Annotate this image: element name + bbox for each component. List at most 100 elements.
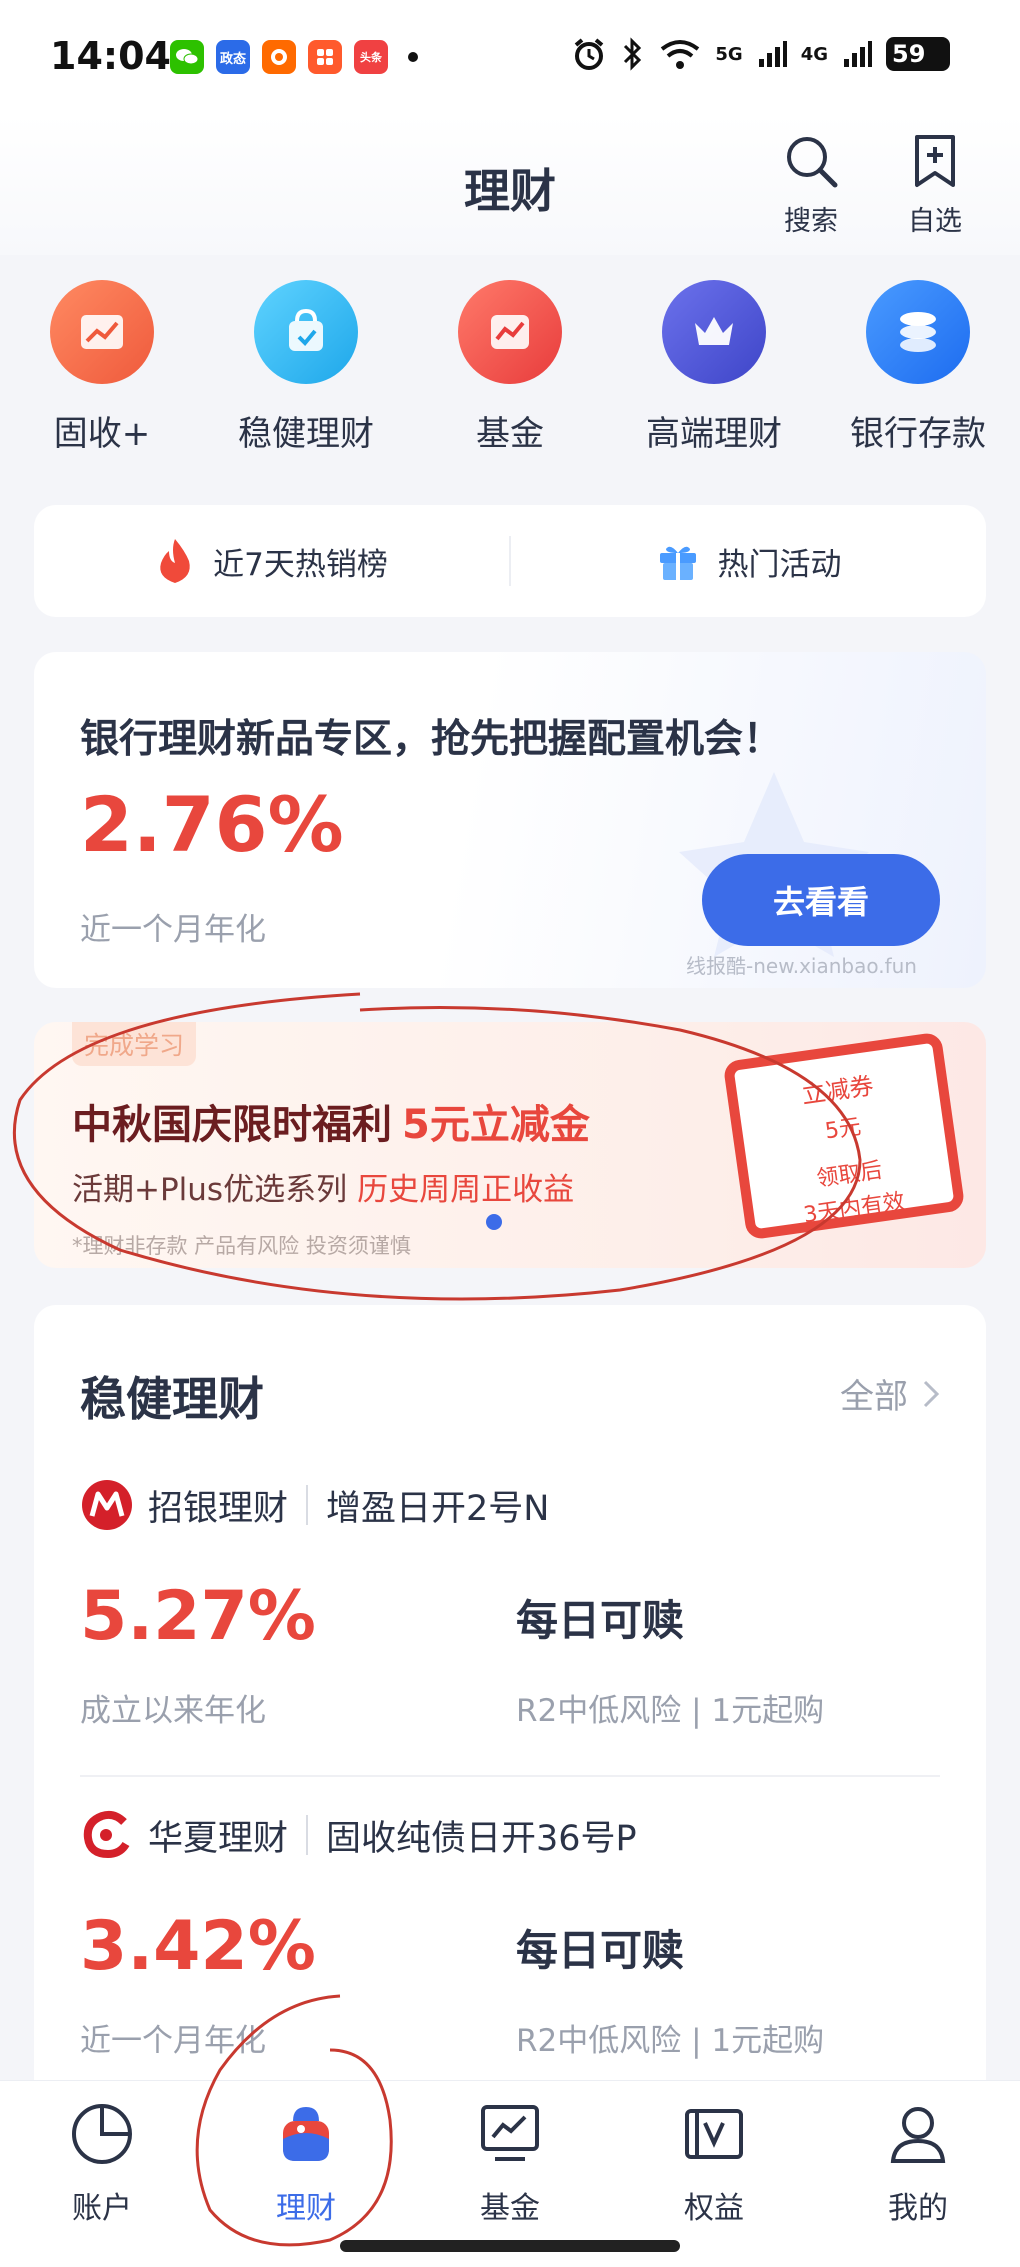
promo-subtitle-highlight: 历史周周正收益 <box>357 1172 575 1208</box>
view-all-label: 全部 <box>840 1377 908 1417</box>
new-products-banner[interactable]: 银行理财新品专区，抢先把握配置机会！ 2.76% 近一个月年化 去看看 线报酷-… <box>34 652 986 988</box>
promo-subtitle-text: 活期+Plus优选系列 <box>72 1172 348 1208</box>
benefits-icon <box>685 2109 743 2159</box>
watchlist-label: 自选 <box>908 206 962 237</box>
quick-links-card: 近7天热销榜 热门活动 <box>34 505 986 617</box>
view-all-link[interactable]: 全部 <box>840 1369 940 1418</box>
bottom-nav: 账户 理财 基金 权益 我的 <box>0 2080 1020 2267</box>
gift-icon <box>659 546 696 580</box>
product-card[interactable]: 华夏理财 固收纯债日开36号P 3.42% 近一个月年化 每日可赎 R2中低风险… <box>80 1805 940 2125</box>
nav-label: 权益 <box>684 2191 744 2226</box>
nav-label: 理财 <box>276 2191 336 2226</box>
promo-title-highlight: 5元立减金 <box>402 1102 590 1148</box>
crown-icon <box>662 280 766 384</box>
watchlist-button[interactable]: 自选 <box>890 131 980 238</box>
promo-disclaimer: *理财非存款 产品有风险 投资须谨慎 <box>72 1234 411 1258</box>
banner-rate: 2.76% <box>80 780 344 869</box>
hot-sales-link[interactable]: 近7天热销榜 <box>34 537 509 585</box>
signal-bars-icon <box>758 41 787 67</box>
product-rate: 3.42% <box>80 1907 316 1986</box>
toutiao-icon: 头条 <box>354 40 388 74</box>
promo-title: 中秋国庆限时福利 5元立减金 <box>72 1092 590 1150</box>
status-bar: 14:04 政态 头条 5G 4G 59 <box>0 0 1020 115</box>
category-bank-deposit[interactable]: 银行存款 <box>818 280 1018 460</box>
nav-account[interactable]: 账户 <box>22 2081 182 2267</box>
product-header-divider <box>306 1815 309 1855</box>
chart-up-icon <box>50 280 154 384</box>
product-card[interactable]: 招银理财 增盈日开2号N 5.27% 成立以来年化 每日可赎 R2中低风险 | … <box>80 1475 940 1795</box>
category-fund[interactable]: 基金 <box>410 280 610 460</box>
huaxia-wealth-logo-icon <box>80 1808 134 1862</box>
product-risk: R2中低风险 | 1元起购 <box>516 2023 825 2059</box>
product-divider <box>80 1775 940 1777</box>
wifi-icon <box>661 40 700 69</box>
coupon-card: 立减券 5元 领取后 3天内有效 <box>722 1031 966 1241</box>
signal-5g: 5G <box>715 43 743 65</box>
profile-icon <box>890 2107 946 2163</box>
fund-monitor-icon <box>481 2105 539 2161</box>
product-rate-label: 成立以来年化 <box>80 1693 266 1729</box>
app-icon-orange <box>308 40 342 74</box>
banner-title: 银行理财新品专区，抢先把握配置机会！ <box>80 717 783 762</box>
status-time: 14:04 <box>50 34 171 78</box>
nav-profile[interactable]: 我的 <box>838 2081 998 2267</box>
hot-activities-link[interactable]: 热门活动 <box>511 539 986 584</box>
taobao-icon <box>262 40 296 74</box>
page-header: 理财 搜索 自选 <box>0 115 1020 255</box>
banner-rate-label: 近一个月年化 <box>80 912 266 948</box>
category-stable-wealth[interactable]: 稳健理财 <box>206 280 406 460</box>
home-indicator[interactable] <box>340 2240 680 2252</box>
nav-label: 我的 <box>888 2191 948 2226</box>
category-label: 基金 <box>476 414 544 454</box>
product-name: 增盈日开2号N <box>326 1488 550 1529</box>
watermark: 线报酷-new.xianbao.fun <box>686 954 917 978</box>
category-premium-wealth[interactable]: 高端理财 <box>614 280 814 460</box>
product-redeem: 每日可赎 <box>516 1596 685 1645</box>
category-label: 银行存款 <box>850 414 986 454</box>
more-notifications-dot <box>408 52 418 62</box>
nav-label: 账户 <box>72 2191 132 2226</box>
product-rate: 5.27% <box>80 1577 316 1656</box>
product-header-divider <box>306 1485 309 1525</box>
pie-chart-icon <box>72 2104 132 2164</box>
hot-activities-label: 热门活动 <box>717 546 842 583</box>
alarm-icon <box>575 38 604 70</box>
category-fixed-income-plus[interactable]: 固收+ <box>2 280 202 460</box>
product-name: 固收纯债日开36号P <box>326 1818 637 1859</box>
search-icon <box>787 137 838 188</box>
hot-sales-label: 近7天热销榜 <box>213 546 388 583</box>
product-redeem: 每日可赎 <box>516 1926 685 1975</box>
go-see-button[interactable]: 去看看 <box>702 854 940 946</box>
product-brand: 招银理财 <box>148 1488 289 1529</box>
shield-bag-icon <box>254 280 358 384</box>
toutiao-label: 头条 <box>360 51 382 64</box>
search-label: 搜索 <box>784 206 838 237</box>
chevron-right-icon <box>923 1380 940 1407</box>
stable-wealth-section: 稳健理财 全部 招银理财 增盈日开2号N 5.27% 成立以来年化 每日可赎 R… <box>34 1305 986 2105</box>
system-icons: 5G 4G 59 <box>571 36 950 72</box>
coins-icon <box>866 280 970 384</box>
page-title: 理财 <box>464 164 556 218</box>
nav-label: 基金 <box>480 2191 540 2226</box>
app-icon-blue: 政态 <box>216 40 250 74</box>
product-header: 华夏理财 固收纯债日开36号P <box>80 1805 940 1865</box>
category-label: 固收+ <box>53 414 151 454</box>
product-risk: R2中低风险 | 1元起购 <box>516 1693 825 1729</box>
signal-bars-icon <box>844 41 872 67</box>
promo-banner[interactable]: 完成学习 中秋国庆限时福利 5元立减金 活期+Plus优选系列 历史周周正收益 *理… <box>34 1022 986 1268</box>
bluetooth-icon <box>624 37 642 71</box>
product-rate-label: 近一个月年化 <box>80 2023 266 2059</box>
product-brand: 华夏理财 <box>148 1818 289 1859</box>
bookmark-plus-icon <box>915 135 955 187</box>
signal-4g: 4G <box>800 43 828 65</box>
category-label: 高端理财 <box>646 414 782 454</box>
wechat-icon <box>170 40 204 74</box>
cmb-wealth-logo-icon <box>80 1478 134 1532</box>
category-grid: 固收+ 稳健理财 基金 高端理财 银行存款 <box>0 280 1020 460</box>
search-button[interactable]: 搜索 <box>766 131 856 238</box>
category-label: 稳健理财 <box>238 414 374 454</box>
promo-title-text: 中秋国庆限时福利 <box>72 1102 392 1148</box>
battery-indicator: 59 <box>886 37 950 71</box>
section-title: 稳健理财 <box>80 1372 264 1426</box>
flame-icon <box>160 539 190 583</box>
